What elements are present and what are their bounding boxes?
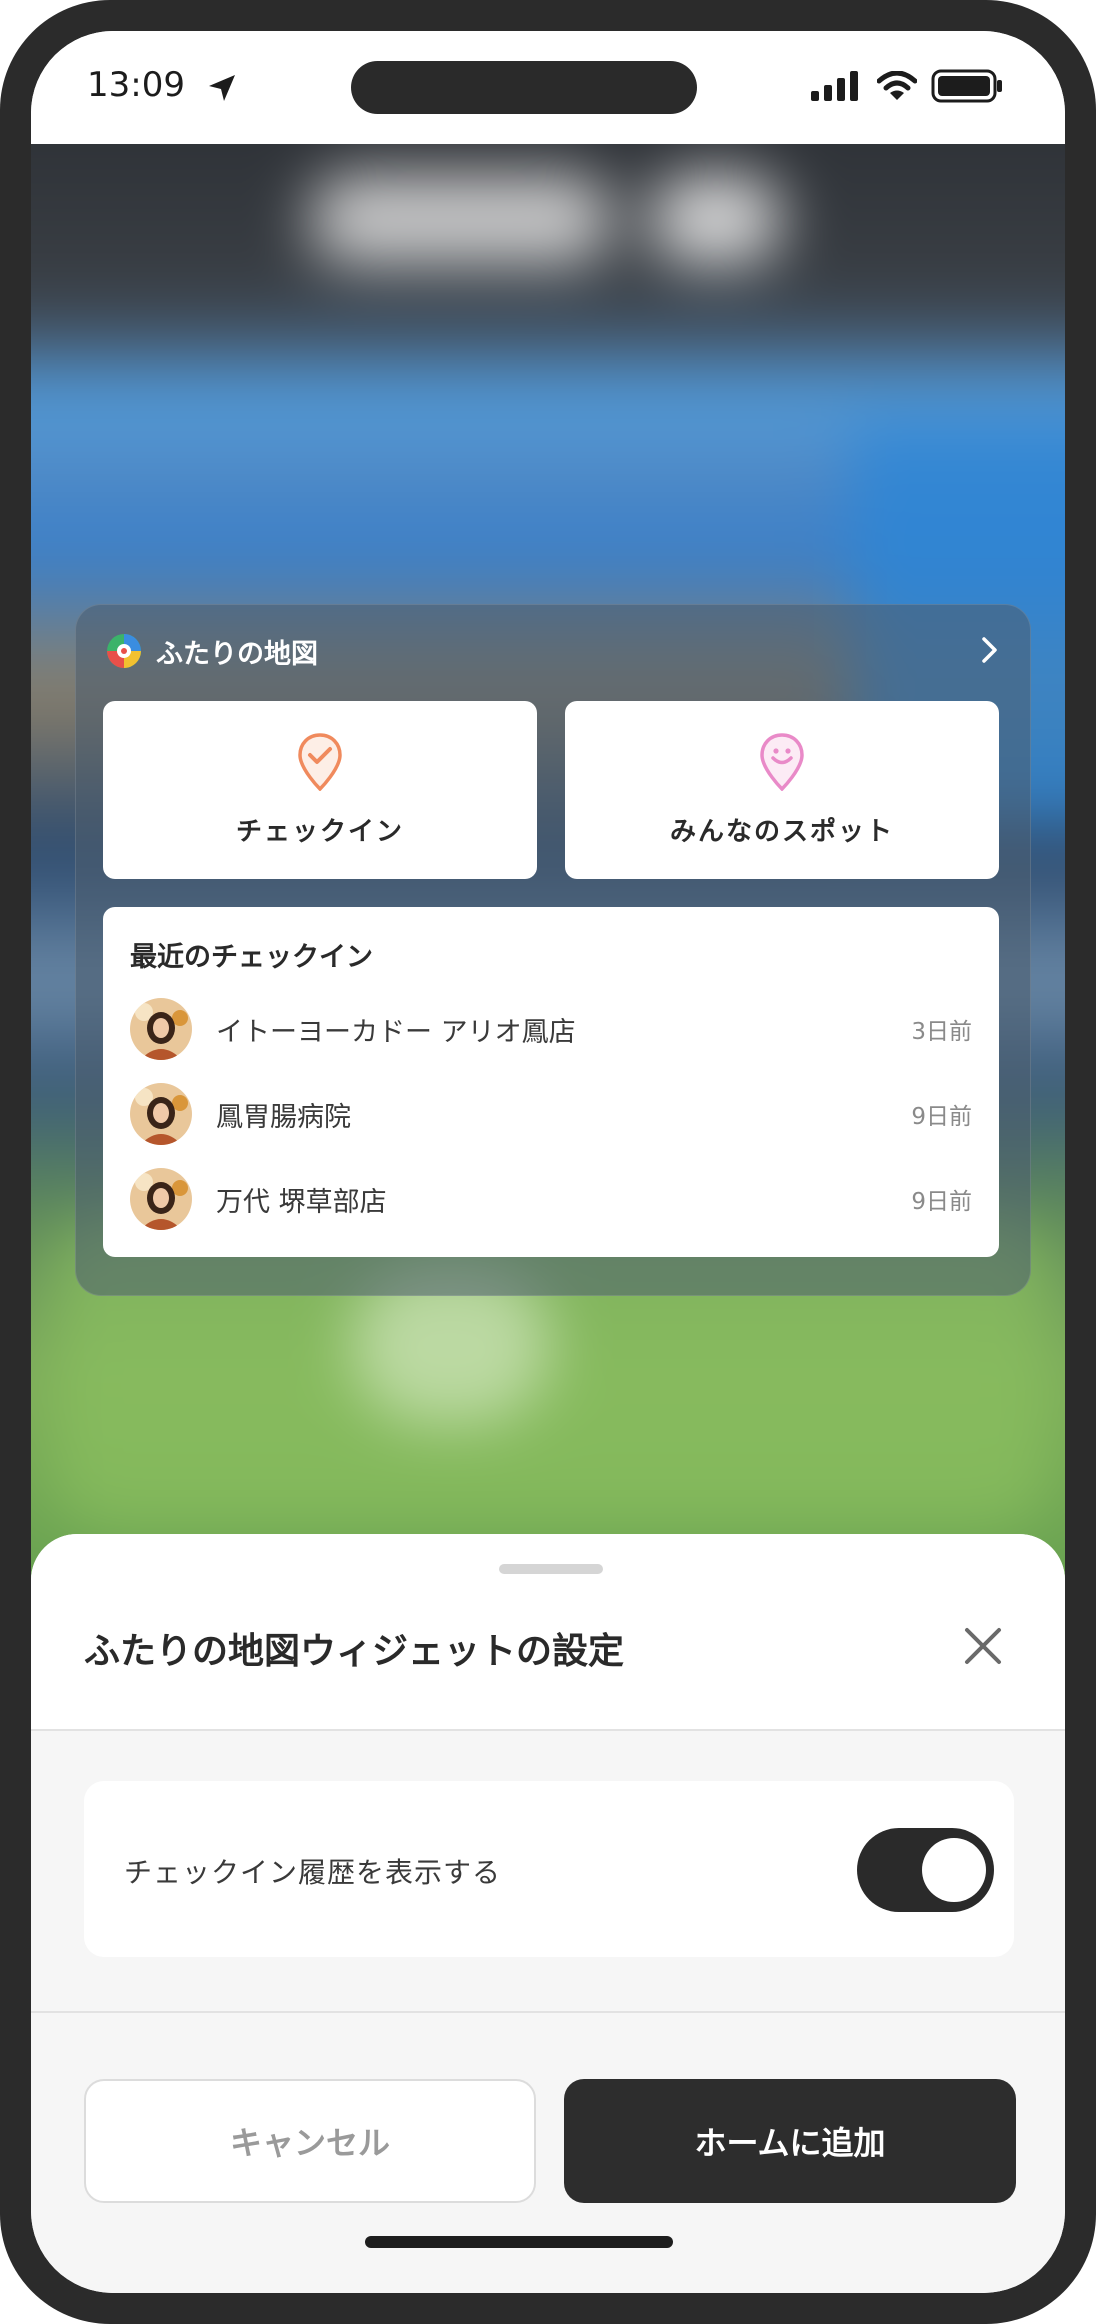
checkin-time: 3日前 [911,1019,972,1045]
cancel-button[interactable]: キャンセル [84,2079,536,2203]
sheet-title: ふたりの地図ウィジェットの設定 [84,1631,625,1672]
setting-label: チェックイン履歴を表示する [124,1856,502,1889]
app-logo-icon [106,633,142,669]
location-arrow-icon [207,73,237,107]
sheet-grabber[interactable] [499,1564,603,1574]
widget-settings-sheet: ふたりの地図ウィジェットの設定 チェックイン履歴を表示する キャンセル ホームに… [31,1534,1065,2293]
home-indicator[interactable] [365,2236,673,2248]
checkin-place-name: イトーヨーカドー アリオ鳳店 [216,1016,576,1048]
status-time: 13:09 [87,65,185,105]
sheet-header: ふたりの地図ウィジェットの設定 [31,1534,1065,1731]
checkin-place-name: 万代 堺草部店 [216,1186,387,1218]
status-icons [811,69,1003,107]
screen: 13:09 ふたりの地図 チェックイン みんなのスポット 最近のチェックイン イ… [31,31,1065,2293]
spots-button[interactable]: みんなのスポット [565,701,999,879]
checkin-history-toggle[interactable] [857,1828,994,1912]
toggle-knob [922,1838,986,1902]
chevron-right-icon[interactable] [980,635,1000,669]
checkin-time: 9日前 [911,1189,972,1215]
list-item[interactable]: 鳳胃腸病院 9日前 [130,1083,972,1145]
spots-label: みんなのスポット [669,816,894,847]
recent-checkins-title: 最近のチェックイン [130,942,373,973]
blurred-background: ふたりの地図 チェックイン みんなのスポット 最近のチェックイン イトーヨーカド… [31,144,1065,1604]
list-item[interactable]: イトーヨーカドー アリオ鳳店 3日前 [130,998,972,1060]
checkin-label: チェックイン [235,816,404,847]
battery-icon [931,69,1003,107]
widget-preview: ふたりの地図 チェックイン みんなのスポット 最近のチェックイン イトーヨーカド… [75,604,1031,1296]
signal-icon [811,71,863,105]
widget-title: ふたりの地図 [156,638,318,670]
widget-header[interactable]: ふたりの地図 [106,629,1000,673]
add-to-home-button[interactable]: ホームに追加 [564,2079,1016,2203]
avatar [130,998,192,1060]
spots-pin-icon [759,732,805,795]
checkin-history-setting: チェックイン履歴を表示する [84,1781,1014,1957]
wifi-icon [876,70,918,105]
recent-checkins-card: 最近のチェックイン イトーヨーカドー アリオ鳳店 3日前 鳳胃腸病院 9日前 万… [103,907,999,1257]
checkin-pin-icon [297,732,343,795]
divider [31,2011,1065,2013]
checkin-button[interactable]: チェックイン [103,701,537,879]
checkin-place-name: 鳳胃腸病院 [216,1101,351,1133]
status-bar: 13:09 [31,31,1065,144]
dynamic-island [351,61,697,114]
checkin-time: 9日前 [911,1104,972,1130]
phone-frame: 13:09 ふたりの地図 チェックイン みんなのスポット 最近のチェックイン イ… [0,0,1096,2324]
avatar [130,1083,192,1145]
avatar [130,1168,192,1230]
list-item[interactable]: 万代 堺草部店 9日前 [130,1168,972,1230]
close-icon[interactable] [961,1624,1005,1668]
